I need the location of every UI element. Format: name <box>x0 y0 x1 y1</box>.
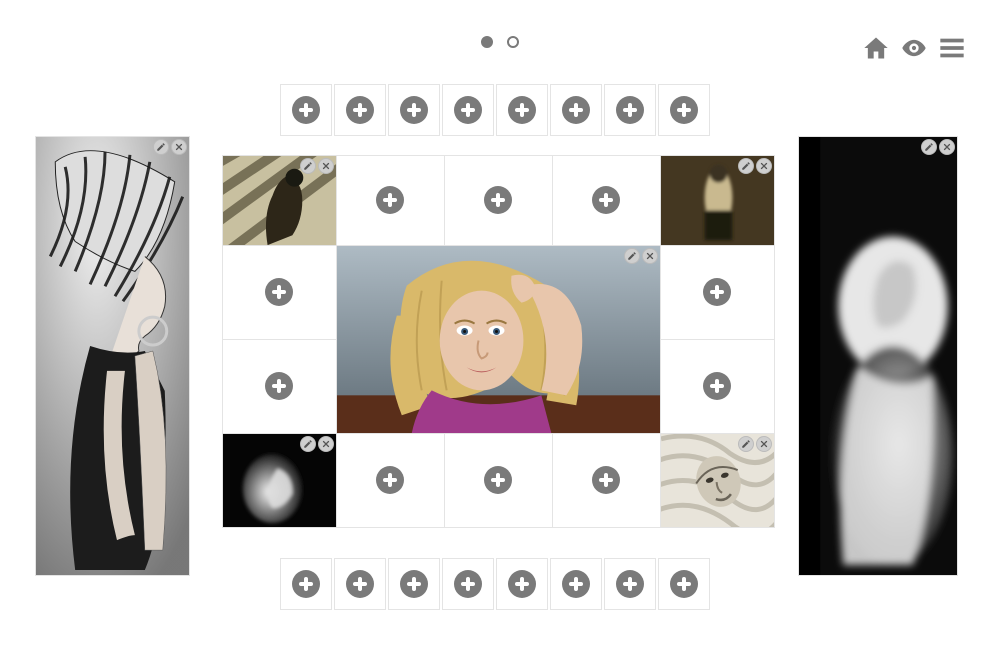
plus-icon <box>592 186 620 214</box>
add-slot[interactable] <box>388 84 440 136</box>
plus-icon <box>400 96 428 124</box>
add-slot[interactable] <box>280 558 332 610</box>
add-slot[interactable] <box>280 84 332 136</box>
add-slot[interactable] <box>660 245 775 340</box>
plus-icon <box>703 278 731 306</box>
add-slot[interactable] <box>496 558 548 610</box>
plus-icon <box>292 570 320 598</box>
plus-icon <box>616 570 644 598</box>
edit-button[interactable] <box>300 158 316 174</box>
add-slot[interactable] <box>604 84 656 136</box>
plus-icon <box>265 372 293 400</box>
add-slot[interactable] <box>658 84 710 136</box>
menu-icon[interactable] <box>938 34 966 62</box>
image-controls <box>738 436 772 452</box>
plus-icon <box>265 278 293 306</box>
plus-icon <box>376 186 404 214</box>
remove-button[interactable] <box>756 158 772 174</box>
image-controls <box>300 436 334 452</box>
home-icon[interactable] <box>862 34 890 62</box>
add-slot[interactable] <box>334 84 386 136</box>
plus-icon <box>376 466 404 494</box>
edit-button[interactable] <box>300 436 316 452</box>
plus-icon <box>400 570 428 598</box>
plus-icon <box>508 96 536 124</box>
page-dot-2[interactable] <box>507 36 519 48</box>
eye-icon[interactable] <box>900 34 928 62</box>
add-slot[interactable] <box>604 558 656 610</box>
slot-strip-top <box>280 84 710 136</box>
add-slot[interactable] <box>388 558 440 610</box>
add-slot[interactable] <box>444 433 553 528</box>
image-controls <box>738 158 772 174</box>
plus-icon <box>592 466 620 494</box>
slot-strip-bottom <box>280 558 710 610</box>
add-slot[interactable] <box>336 433 445 528</box>
add-slot[interactable] <box>550 84 602 136</box>
plus-icon <box>292 96 320 124</box>
pagination-dots <box>481 36 519 48</box>
image-controls <box>624 248 658 264</box>
add-slot[interactable] <box>336 155 445 246</box>
edit-button[interactable] <box>153 139 169 155</box>
grid-image-bottom-right[interactable] <box>660 433 775 528</box>
grid-image-top-left[interactable] <box>222 155 337 246</box>
remove-button[interactable] <box>318 158 334 174</box>
side-image-right[interactable] <box>798 136 958 576</box>
plus-icon <box>484 186 512 214</box>
add-slot[interactable] <box>334 558 386 610</box>
plus-icon <box>562 96 590 124</box>
remove-button[interactable] <box>171 139 187 155</box>
add-slot[interactable] <box>552 433 661 528</box>
side-image-left[interactable] <box>35 136 190 576</box>
edit-button[interactable] <box>738 158 754 174</box>
plus-icon <box>346 570 374 598</box>
add-slot[interactable] <box>444 155 553 246</box>
grid-image-bottom-left[interactable] <box>222 433 337 528</box>
image-controls <box>300 158 334 174</box>
add-slot[interactable] <box>552 155 661 246</box>
image-controls <box>921 139 955 155</box>
plus-icon <box>454 570 482 598</box>
grid-image-top-right[interactable] <box>660 155 775 246</box>
add-slot[interactable] <box>222 339 337 434</box>
plus-icon <box>508 570 536 598</box>
plus-icon <box>670 96 698 124</box>
plus-icon <box>484 466 512 494</box>
grid-image-center[interactable] <box>336 245 661 434</box>
plus-icon <box>703 372 731 400</box>
add-slot[interactable] <box>222 245 337 340</box>
remove-button[interactable] <box>939 139 955 155</box>
remove-button[interactable] <box>318 436 334 452</box>
plus-icon <box>616 96 644 124</box>
plus-icon <box>562 570 590 598</box>
edit-button[interactable] <box>921 139 937 155</box>
add-slot[interactable] <box>496 84 548 136</box>
plus-icon <box>346 96 374 124</box>
page-dot-1[interactable] <box>481 36 493 48</box>
edit-button[interactable] <box>624 248 640 264</box>
edit-button[interactable] <box>738 436 754 452</box>
plus-icon <box>670 570 698 598</box>
top-toolbar <box>862 34 966 62</box>
add-slot[interactable] <box>660 339 775 434</box>
center-grid <box>222 155 774 535</box>
remove-button[interactable] <box>756 436 772 452</box>
add-slot[interactable] <box>550 558 602 610</box>
add-slot[interactable] <box>658 558 710 610</box>
add-slot[interactable] <box>442 84 494 136</box>
add-slot[interactable] <box>442 558 494 610</box>
image-controls <box>153 139 187 155</box>
plus-icon <box>454 96 482 124</box>
remove-button[interactable] <box>642 248 658 264</box>
